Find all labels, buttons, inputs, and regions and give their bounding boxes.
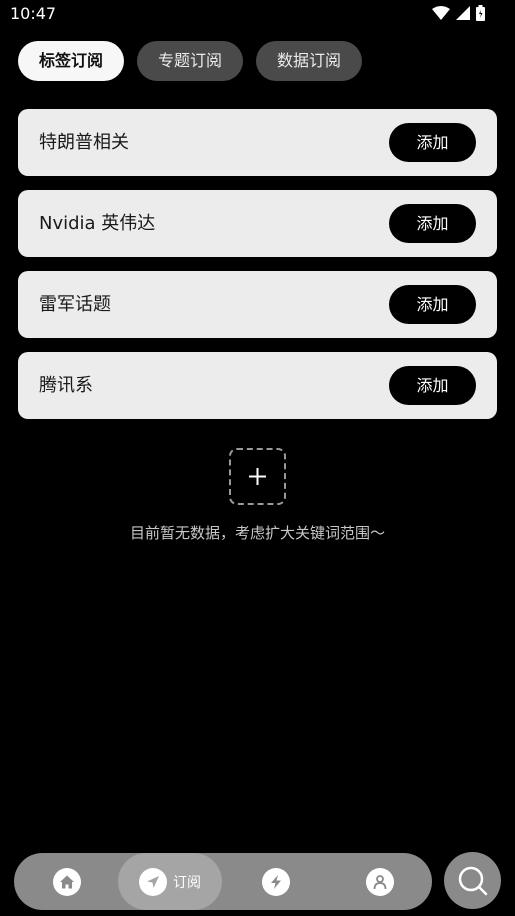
tab-topic-subscription[interactable]: 专题订阅	[137, 41, 244, 81]
bottom-nav: 订阅	[14, 853, 432, 910]
subscription-title: 特朗普相关	[39, 132, 129, 153]
empty-state-hint: 目前暂无数据，考虑扩大关键词范围～	[129, 524, 385, 542]
plus-icon	[249, 468, 266, 485]
subscription-tabs: 标签订阅 专题订阅 数据订阅	[18, 41, 363, 81]
add-button[interactable]: 添加	[389, 285, 476, 324]
status-time: 10:47	[10, 4, 57, 23]
add-button[interactable]: 添加	[389, 123, 476, 162]
add-button[interactable]: 添加	[389, 366, 476, 405]
status-icons	[432, 5, 485, 21]
search-button[interactable]	[444, 852, 501, 909]
wifi-icon	[432, 5, 450, 21]
nav-flash[interactable]	[248, 853, 304, 910]
send-icon	[139, 867, 167, 896]
nav-profile[interactable]	[352, 853, 408, 910]
subscription-title: 腾讯系	[39, 375, 93, 396]
subscription-card: 雷军话题 添加	[18, 271, 497, 338]
status-bar: 10:47	[0, 0, 515, 28]
lightning-icon	[262, 867, 290, 896]
tab-data-subscription[interactable]: 数据订阅	[256, 41, 363, 81]
search-icon	[458, 866, 487, 895]
subscription-title: Nvidia 英伟达	[39, 213, 156, 234]
nav-subscribe-label: 订阅	[173, 874, 201, 891]
user-icon	[366, 867, 394, 896]
nav-home[interactable]	[39, 853, 95, 910]
home-icon	[53, 867, 81, 896]
subscription-card: Nvidia 英伟达 添加	[18, 190, 497, 257]
add-button[interactable]: 添加	[389, 204, 476, 243]
subscription-list: 特朗普相关 添加 Nvidia 英伟达 添加 雷军话题 添加 腾讯系 添加	[18, 109, 497, 433]
subscription-title: 雷军话题	[39, 294, 111, 315]
nav-subscribe[interactable]: 订阅	[118, 853, 222, 910]
subscription-card: 特朗普相关 添加	[18, 109, 497, 176]
subscription-card: 腾讯系 添加	[18, 352, 497, 419]
signal-icon	[456, 6, 470, 20]
battery-icon	[476, 5, 485, 21]
tab-tag-subscription[interactable]: 标签订阅	[18, 41, 125, 81]
add-keyword-button[interactable]	[229, 448, 286, 505]
